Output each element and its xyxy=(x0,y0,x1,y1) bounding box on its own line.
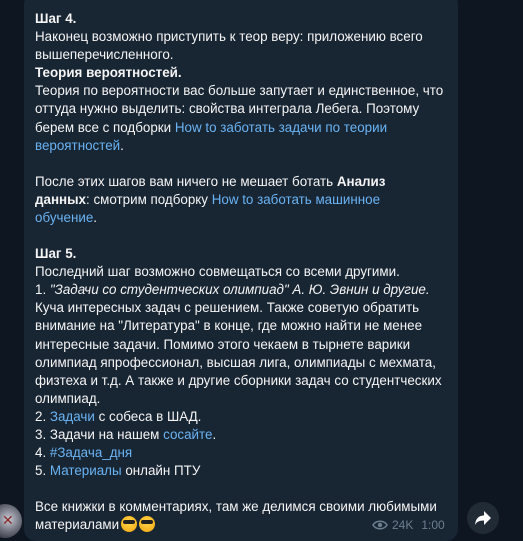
tasks-link[interactable]: Задачи xyxy=(50,409,95,424)
item1-line: олимпиад. xyxy=(35,390,101,406)
share-button[interactable] xyxy=(467,502,499,534)
share-arrow-icon xyxy=(475,511,491,525)
message-time: 1:00 xyxy=(421,518,445,532)
item1-line: внимание на "Литература" в конце, где мо… xyxy=(35,318,423,334)
item-number: 5. xyxy=(35,463,50,479)
book-title: "Задачи со студентческих олимпиад" А. Ю.… xyxy=(49,282,430,298)
item-number: 1. xyxy=(35,282,50,298)
materials-link[interactable]: Материалы xyxy=(50,463,122,478)
step4-title: Шаг 4. xyxy=(35,11,77,26)
message-meta: 24K 1:00 xyxy=(372,518,445,532)
item5-text: онлайн ПТУ xyxy=(121,463,201,479)
probability-line-text: берем все с подборки xyxy=(35,119,175,135)
item1-line: физтеха и т.д. А также и другие сборники… xyxy=(35,372,442,388)
step4-line: Наконец возможно приступить к теор веру:… xyxy=(35,29,423,45)
step4-line: вышеперечисленного. xyxy=(35,47,174,63)
probability-link-cont[interactable]: вероятностей xyxy=(35,138,120,153)
item1-line: Куча интересных задач с решением. Также … xyxy=(35,300,420,316)
probability-title: Теория вероятностей. xyxy=(35,65,182,81)
site-link[interactable]: сосайте xyxy=(163,427,212,442)
probability-link[interactable]: How to заботать задачи по теории xyxy=(175,120,387,135)
step5-title: Шаг 5. xyxy=(35,246,77,262)
item-number: 2. xyxy=(35,408,50,424)
punct: . xyxy=(120,137,124,153)
punct: . xyxy=(212,426,217,442)
analysis-text-cont: : смотрим подборку xyxy=(86,191,212,207)
item2-text: с собеса в ШАД. xyxy=(94,408,202,424)
analysis-bold: Анализ xyxy=(336,173,386,189)
eye-icon xyxy=(372,520,388,530)
item-number: 4. xyxy=(35,445,50,461)
step5-line: Последний шаг возможно совмещаться со вс… xyxy=(35,264,400,280)
analysis-text: После этих шагов вам ничего не мешает бо… xyxy=(35,173,337,189)
message-text: Шаг 4. Наконец возможно приступить к тео… xyxy=(35,10,455,534)
analysis-bold-cont: данных xyxy=(35,191,87,207)
chat-gutter xyxy=(0,0,24,539)
footer-line: Все книжки в комментариях, там же делимс… xyxy=(35,499,437,515)
footer-line-end: материалами xyxy=(35,517,120,533)
hashtag-link[interactable]: #Задача_дня xyxy=(50,445,132,460)
sunglasses-emoji-icon xyxy=(139,516,156,533)
punct: . xyxy=(93,209,97,225)
probability-line: оттуда нужно выделить: свойства интеграл… xyxy=(35,101,420,117)
item1-line: интересные задачи. Помимо этого чекаем в… xyxy=(35,336,411,352)
views-count: 24K xyxy=(392,518,414,532)
avatar-mark: ✕ xyxy=(2,512,14,528)
ml-link[interactable]: How to заботать машинное xyxy=(212,192,380,207)
probability-line: Теория по вероятности вас больше запутае… xyxy=(35,83,444,99)
ml-link-cont[interactable]: обучение xyxy=(35,210,93,225)
item3-text: 3. Задачи на нашем xyxy=(35,426,164,442)
item1-line: олимпиад япрофессионал, высшая лига, оли… xyxy=(35,354,436,370)
sunglasses-emoji-icon xyxy=(121,516,138,533)
